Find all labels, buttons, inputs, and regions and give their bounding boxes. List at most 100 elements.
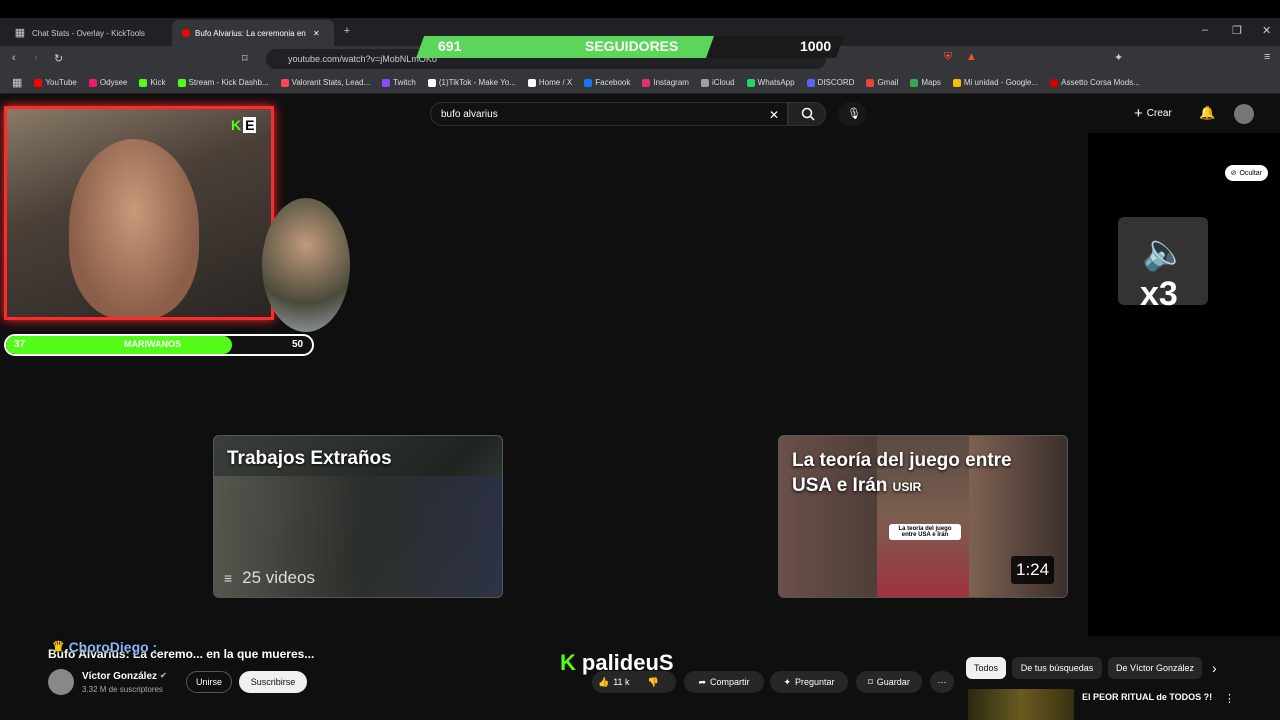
bookmark-item[interactable]: DISCORD xyxy=(806,78,854,87)
bookmark-icon[interactable]: ⌑ xyxy=(242,52,248,65)
channel-subs: 3.32 M de suscriptores xyxy=(82,685,163,694)
bookmark-item[interactable]: iCloud xyxy=(700,78,735,87)
kick-badge-count: E xyxy=(243,117,257,133)
create-label: Crear xyxy=(1146,108,1172,119)
new-tab-button[interactable]: + xyxy=(340,24,354,38)
bookmark-label: Gmail xyxy=(877,78,899,87)
dislike-icon[interactable]: 👎 xyxy=(648,677,659,688)
back-icon[interactable]: ‹ xyxy=(12,52,16,64)
url-text: youtube.com/watch?v=jMobNLmOKo xyxy=(288,54,437,64)
tab-close-icon[interactable]: ✕ xyxy=(313,29,320,38)
end-card-video[interactable]: La teoría del juego entre USA e Irán USI… xyxy=(778,435,1068,598)
bookmark-item[interactable]: Twitch xyxy=(382,78,416,87)
bookmark-item[interactable]: Kick xyxy=(139,78,166,87)
bookmark-label: (1)TikTok - Make Yo... xyxy=(438,78,516,87)
end-card-playlist[interactable]: Trabajos Extraños ≡ 25 videos xyxy=(213,435,503,598)
rec-title[interactable]: El PEOR RITUAL de TODOS ?! xyxy=(1082,692,1212,702)
end-card-caption: USIR xyxy=(892,480,922,494)
search-input[interactable]: bufo alvarius ✕ xyxy=(430,102,788,126)
bookmark-item[interactable]: Maps xyxy=(910,78,941,87)
bookmark-whatsapp-icon xyxy=(746,78,755,87)
brave-rewards-icon[interactable]: ▲ xyxy=(966,51,977,63)
sparkle-icon: ✦ xyxy=(783,676,791,687)
mute-icon: 🔈 xyxy=(1142,231,1187,272)
share-label: Compartir xyxy=(710,677,750,687)
save-button[interactable]: ⌑ Guardar xyxy=(856,671,922,693)
chip-channel[interactable]: De Víctor González xyxy=(1108,657,1202,679)
ask-button[interactable]: ✦ Preguntar xyxy=(770,671,848,693)
bookmark-kick-icon xyxy=(139,78,148,87)
hide-button[interactable]: ⊘ Ocultar xyxy=(1224,165,1268,181)
bookmark-item[interactable]: Facebook xyxy=(584,78,630,87)
bookmark-youtube-icon xyxy=(34,78,43,87)
followers-current: 691 xyxy=(438,38,462,54)
bookmark-label: Stream - Kick Dashb... xyxy=(188,78,269,87)
close-window-icon[interactable]: ✕ xyxy=(1262,24,1271,37)
chip-todos[interactable]: Todos xyxy=(966,657,1006,679)
notifications-icon[interactable]: 🔔 xyxy=(1199,105,1215,121)
side-panel: ⊘ Ocultar 🔈 x3 xyxy=(1088,133,1280,636)
maximize-icon[interactable]: ❐ xyxy=(1232,24,1242,37)
menu-icon[interactable]: ≡ xyxy=(1264,51,1270,63)
followers-label: SEGUIDORES xyxy=(585,38,679,54)
bookmark-item[interactable]: Instagram xyxy=(642,78,689,87)
channel-avatar[interactable] xyxy=(48,669,74,695)
tab-label: Chat Stats - Overlay - KickTools xyxy=(32,28,145,38)
end-card-title: La teoría del juego entre USA e Irán USI… xyxy=(792,448,1042,500)
brave-shield-icon[interactable]: ⛨ xyxy=(944,51,952,64)
watermark-text: palideuS xyxy=(581,650,674,675)
tab-youtube[interactable]: Bufo Alvarius: La ceremonia en la ✕ xyxy=(172,20,334,46)
voice-search-button[interactable]: 🎙 xyxy=(838,102,866,126)
apps-icon[interactable]: ▦ xyxy=(12,76,22,89)
sub-goal-label: MARIWANOS xyxy=(124,339,181,349)
share-button[interactable]: ➦ Compartir xyxy=(684,671,764,693)
minimize-icon[interactable]: – xyxy=(1202,24,1208,36)
sub-goal-fill xyxy=(6,336,233,354)
playlist-icon: ≡ xyxy=(224,570,233,586)
forward-icon[interactable]: › xyxy=(34,52,38,64)
rec-more-icon[interactable]: ⋮ xyxy=(1224,692,1235,705)
bookmark-item[interactable]: Home / X xyxy=(527,78,572,87)
join-button[interactable]: Unirse xyxy=(186,671,232,693)
sub-goal-current: 37 xyxy=(14,339,26,350)
bookmark-item[interactable]: Valorant Stats, Lead... xyxy=(280,78,370,87)
chat-alert: ♛ ChoroDiego : xyxy=(52,638,157,655)
chip-searches[interactable]: De tus búsquedas xyxy=(1012,657,1102,679)
bookmark-item[interactable]: Odysee xyxy=(88,78,127,87)
channel-name[interactable]: Víctor González ✔ xyxy=(82,671,167,682)
top-strip xyxy=(0,0,1280,18)
create-button[interactable]: + Crear xyxy=(1134,105,1172,122)
more-actions-button[interactable]: ⋯ xyxy=(930,671,954,693)
save-label: Guardar xyxy=(876,677,910,687)
eye-off-icon: ⊘ xyxy=(1230,170,1237,177)
clear-search-icon[interactable]: ✕ xyxy=(769,108,779,122)
bookmark-x-icon xyxy=(527,78,536,87)
bookmark-label: YouTube xyxy=(45,78,77,87)
chat-username: ChoroDiego : xyxy=(68,638,158,655)
chevron-right-icon[interactable]: › xyxy=(1212,660,1217,676)
search-button[interactable] xyxy=(788,102,826,126)
bookmark-label: Facebook xyxy=(595,78,631,87)
reload-icon[interactable]: ↻ xyxy=(54,52,63,65)
bookmark-item[interactable]: YouTube xyxy=(34,78,77,87)
bookmark-item[interactable]: Stream - Kick Dashb... xyxy=(177,78,269,87)
bookmark-label: Instagram xyxy=(653,78,689,87)
rec-thumbnail[interactable] xyxy=(968,689,1074,720)
tab-chat-stats[interactable]: Chat Stats - Overlay - KickTools xyxy=(22,20,170,46)
followers-goal: 1000 xyxy=(800,38,832,54)
bookmark-item[interactable]: WhatsApp xyxy=(746,78,795,87)
channel-name-text: Víctor González xyxy=(82,671,158,682)
bookmark-item[interactable]: (1)TikTok - Make Yo... xyxy=(427,78,516,87)
mute-alert: 🔈 x3 xyxy=(1118,217,1208,313)
thumbnail-caption: La teoría del juego entre USA e Irán xyxy=(889,524,961,540)
extensions-icon[interactable]: ✦ xyxy=(1114,51,1123,64)
bookmark-icloud-icon xyxy=(700,78,709,87)
bookmark-item[interactable]: Mi unidad - Google... xyxy=(952,78,1038,87)
sub-goal-bar: 37 MARIWANOS 50 xyxy=(4,334,314,356)
bookmark-discord-icon xyxy=(806,78,815,87)
bookmark-item[interactable]: Gmail xyxy=(866,78,898,87)
like-button[interactable]: 👍 11 k xyxy=(598,677,630,688)
avatar[interactable] xyxy=(1234,104,1254,124)
bookmark-item[interactable]: Assetto Corsa Mods... xyxy=(1050,78,1140,87)
subscribe-button[interactable]: Suscribirse xyxy=(239,671,307,693)
